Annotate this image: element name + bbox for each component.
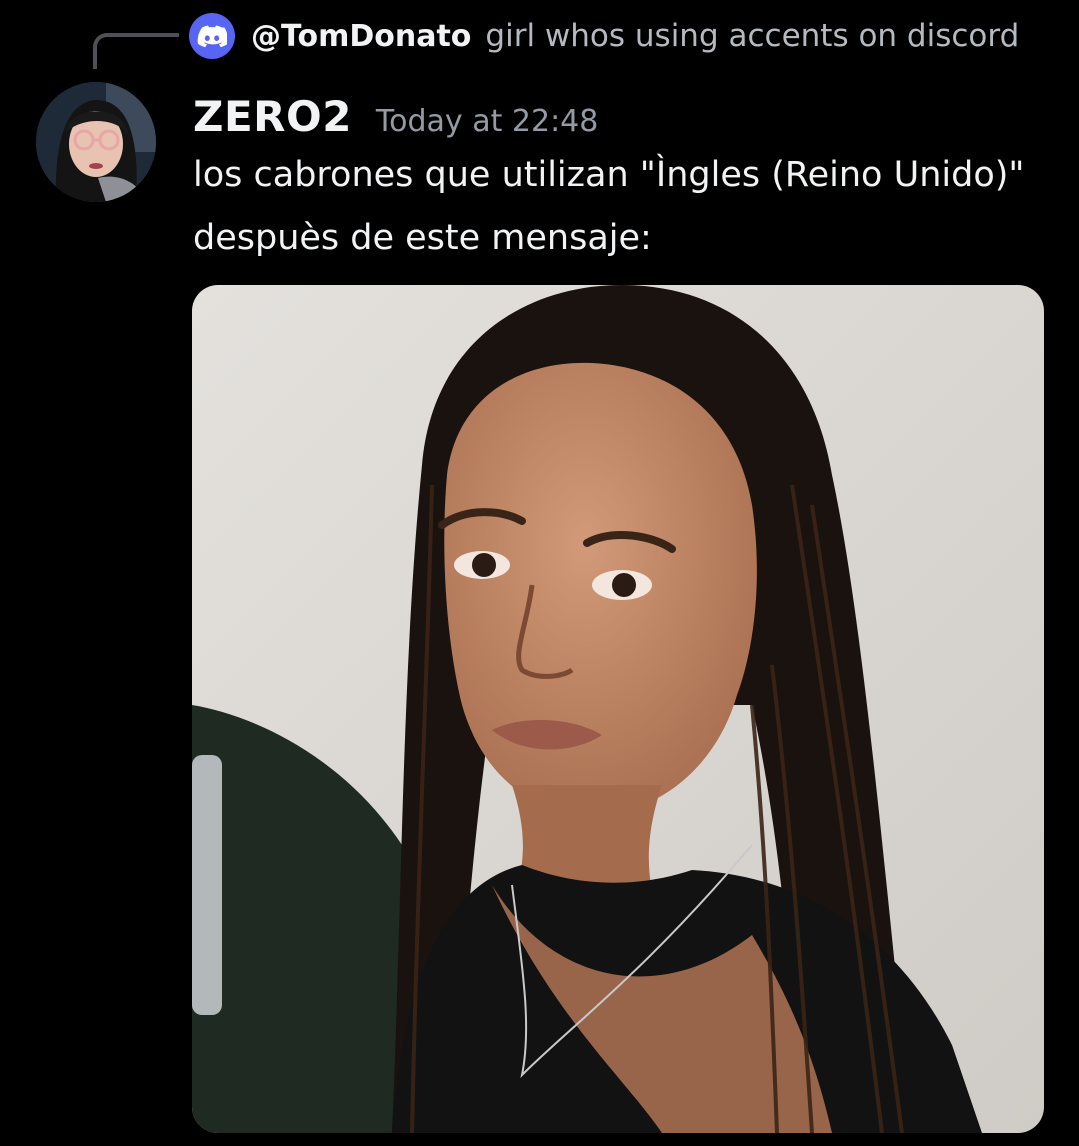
attachment-photo — [192, 285, 1044, 1133]
discord-logo-icon — [197, 25, 227, 48]
reply-author[interactable]: @TomDonato — [251, 19, 471, 54]
author-name[interactable]: ZERO2 — [193, 92, 352, 141]
reply-avatar[interactable] — [189, 13, 235, 59]
reply-preview-text[interactable]: girl whos using accents on discord — [485, 18, 1019, 54]
reply-spine — [93, 33, 179, 69]
author-avatar[interactable] — [36, 82, 156, 202]
discord-message-view: @TomDonato girl whos using accents on di… — [0, 0, 1079, 1146]
message-text-line: despuès de este mensaje: — [193, 218, 652, 258]
message-text-line: los cabrones que utilizan "Ìngles (Reino… — [193, 155, 1025, 195]
message-timestamp[interactable]: Today at 22:48 — [376, 104, 598, 139]
avatar-photo — [36, 82, 156, 202]
reply-reference[interactable]: @TomDonato girl whos using accents on di… — [189, 12, 1019, 60]
message-header: ZERO2 Today at 22:48 — [193, 92, 598, 141]
image-attachment[interactable] — [192, 285, 1044, 1133]
